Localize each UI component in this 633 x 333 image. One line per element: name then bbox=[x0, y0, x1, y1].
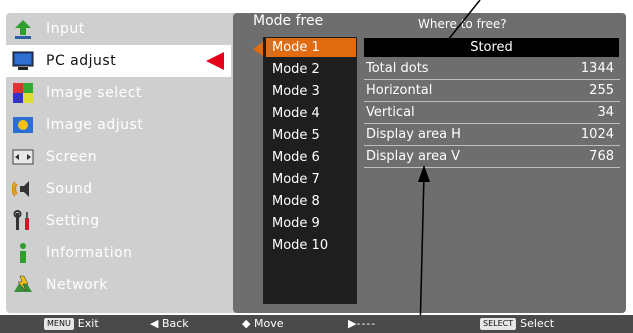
top-callout-line bbox=[439, 0, 481, 51]
help-next-label: ---- bbox=[356, 317, 377, 330]
select-key-icon: SELECT bbox=[480, 318, 517, 330]
help-move-label: Move bbox=[253, 317, 284, 330]
help-exit-label: Exit bbox=[77, 317, 99, 330]
help-next: ▶---- bbox=[348, 315, 376, 333]
help-back: ◀ Back bbox=[150, 315, 189, 333]
help-select-label: Select bbox=[520, 317, 555, 330]
help-move: ◆ Move bbox=[242, 315, 283, 333]
bottom-callout-arrowhead-icon bbox=[418, 165, 430, 182]
help-exit: MENU Exit bbox=[44, 315, 99, 333]
help-back-label: Back bbox=[161, 317, 189, 330]
projector-osd-screen: Input PC adjust Image select Image adjus… bbox=[0, 0, 633, 333]
callout-pointer-lines bbox=[418, 0, 481, 333]
menu-key-icon: MENU bbox=[44, 318, 74, 330]
top-callout-arrowhead-icon bbox=[440, 42, 448, 52]
back-arrow-icon: ◀ bbox=[150, 317, 159, 330]
help-select: SELECT Select bbox=[480, 315, 554, 333]
bottom-callout-line bbox=[419, 174, 425, 333]
bottom-help-bar: MENU Exit ◀ Back ◆ Move ▶---- SELECT Selec… bbox=[0, 315, 633, 333]
move-diamond-icon: ◆ bbox=[242, 317, 251, 330]
